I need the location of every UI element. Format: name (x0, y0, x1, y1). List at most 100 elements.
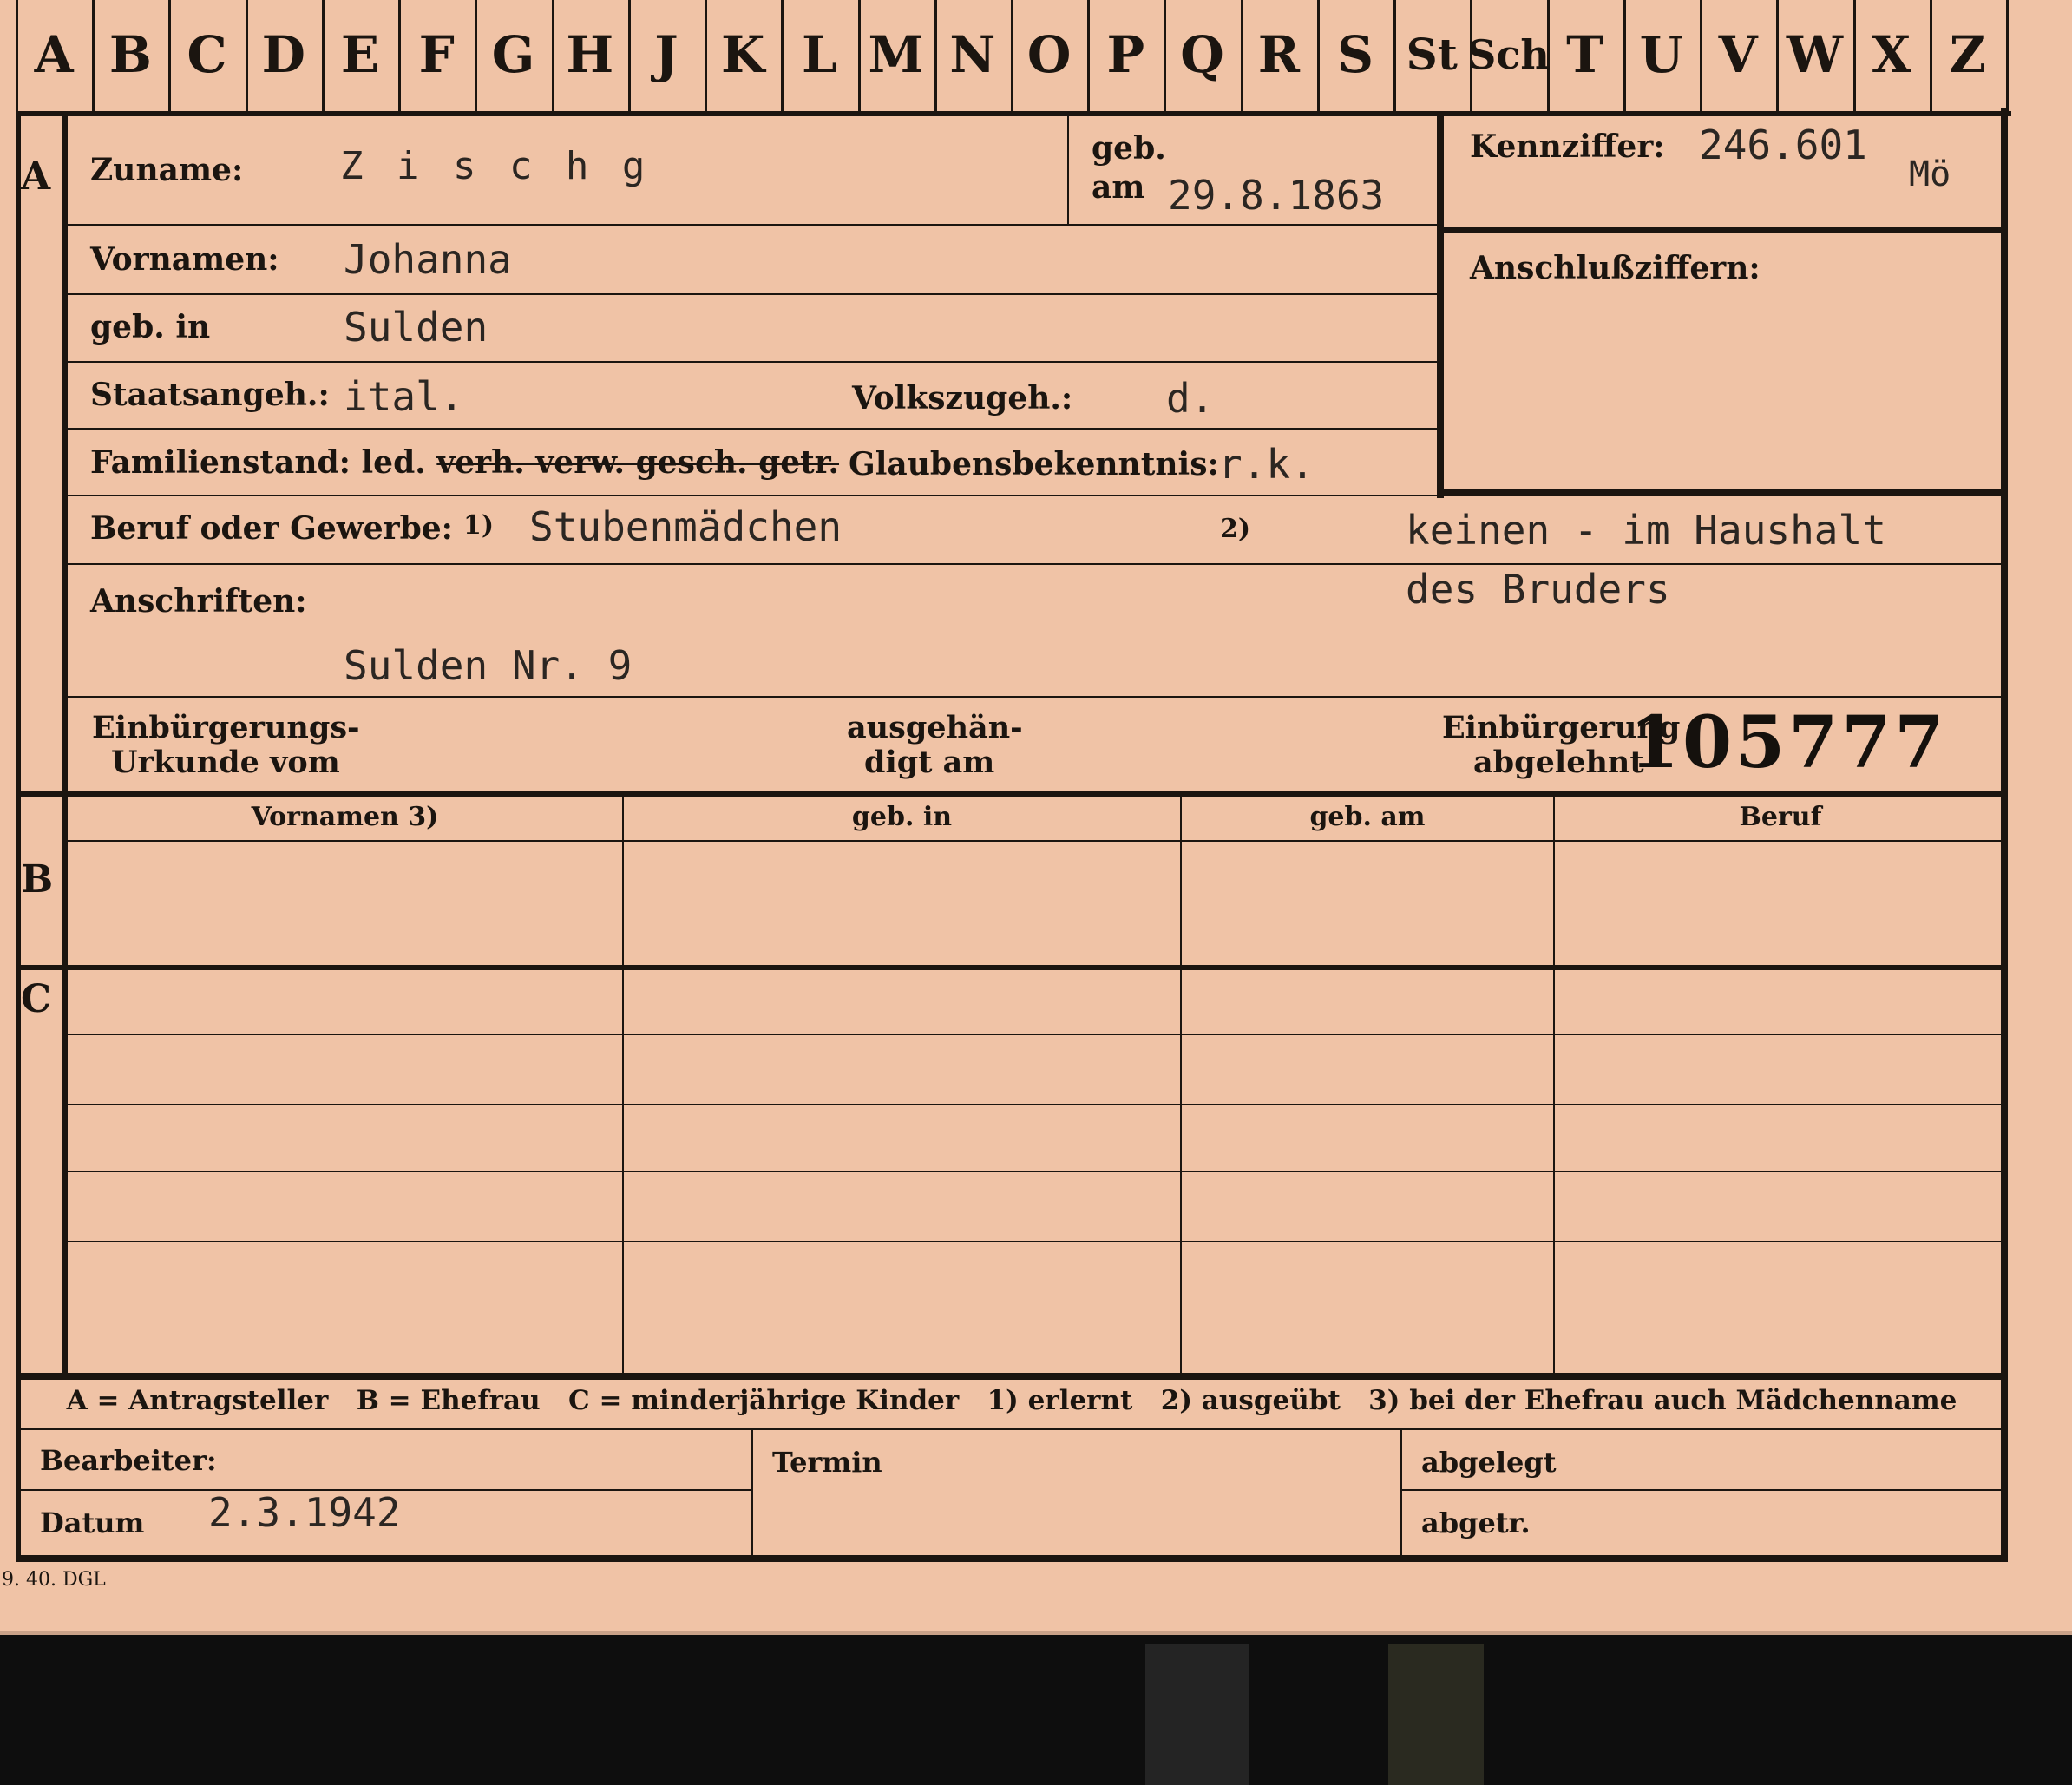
alphabet-tab: A (34, 24, 74, 84)
rule (68, 361, 1439, 363)
stamp-number: 105777 (1629, 701, 1948, 784)
tab-separator (1164, 0, 1167, 111)
alphabet-tab: Sch (1467, 30, 1550, 78)
alphabet-tab: W (1786, 24, 1843, 84)
tab-separator (321, 0, 325, 111)
legend-top (16, 1373, 2008, 1380)
label-anschlussziffern: Anschlußziffern: (1470, 250, 1761, 286)
row-rule (68, 1104, 2006, 1105)
alphabet-tab: Q (1180, 24, 1224, 84)
tab-separator (1700, 0, 1703, 111)
legend-bottom (16, 1428, 2008, 1430)
alphabet-tab: T (1566, 24, 1604, 84)
tab-separator (168, 0, 172, 111)
value-kennziffer-suffix: Mö (1909, 154, 1951, 194)
value-kennziffer: 246.601 (1699, 121, 1867, 168)
table-header-vornamen: Vornamen 3) (251, 802, 439, 832)
section-b-top (16, 791, 2008, 797)
label-kennziffer: Kennziffer: (1470, 128, 1665, 165)
label-geb-am-2: am (1092, 169, 1145, 206)
rule (1067, 116, 1069, 224)
frame-bottom-line (16, 1555, 2008, 1562)
tab-separator (92, 0, 95, 111)
kennziffer-box-divider (1444, 227, 2006, 233)
card-edge (0, 1631, 2072, 1635)
row-rule (68, 1034, 2006, 1035)
tab-separator (1393, 0, 1397, 111)
value-volkszugeh: d. (1166, 375, 1215, 422)
alphabet-tab: U (1639, 24, 1684, 84)
table-header-geb-in: geb. in (851, 802, 953, 832)
section-mark-c: C (21, 977, 52, 1021)
background-strip (1388, 1644, 1484, 1785)
tab-separator (16, 0, 18, 111)
frame-left-line (16, 111, 21, 1560)
rule (68, 428, 1439, 430)
table-header-beruf: Beruf (1739, 802, 1822, 832)
alphabet-tab: O (1026, 24, 1072, 84)
label-familienstand: Familienstand: led. verh. verw. gesch. g… (90, 444, 839, 481)
tab-separator (1776, 0, 1780, 111)
tab-separator (245, 0, 248, 111)
section-mark-b: B (21, 857, 54, 902)
label-geb-in: geb. in (90, 309, 211, 345)
label-ausgehaendigt-1: ausgehän- (847, 710, 1023, 745)
tab-separator (781, 0, 784, 111)
alphabet-tab: M (868, 24, 924, 84)
rule (68, 224, 1439, 226)
alphabet-tab: N (949, 24, 996, 84)
section-mark-a: A (21, 154, 51, 199)
tab-separator (1929, 0, 1932, 111)
col-rule (1400, 1430, 1402, 1555)
kennziffer-box-left (1437, 116, 1444, 498)
alphabet-tab: V (1718, 24, 1758, 84)
familienstand-label: Familienstand: led. (90, 444, 426, 481)
label-abgelegt: abgelegt (1421, 1446, 1557, 1479)
label-abgetr: abgetr. (1421, 1506, 1531, 1539)
tab-separator (398, 0, 402, 111)
value-datum: 2.3.1942 (208, 1489, 401, 1536)
value-beruf-erlernt: Stubenmädchen (529, 503, 843, 550)
label-ausgehaendigt-2: digt am (864, 745, 995, 780)
label-volkszugeh: Volkszugeh.: (852, 380, 1073, 417)
tab-separator (857, 0, 861, 111)
label-staatsangeh: Staatsangeh.: (90, 377, 330, 413)
alphabet-tab: St (1406, 29, 1458, 80)
tab-separator (2006, 0, 2009, 111)
beruf-note-2: 2) (1220, 514, 1251, 544)
label-zuname: Zuname: (90, 152, 244, 188)
alphabet-tab: X (1872, 24, 1911, 84)
label-termin: Termin (772, 1446, 882, 1479)
label-geb-am-1: geb. (1092, 130, 1166, 167)
label-beruf: Beruf oder Gewerbe: (90, 510, 453, 547)
tab-separator (705, 0, 708, 111)
tab-separator (1240, 0, 1243, 111)
frame-top-line (16, 111, 2011, 116)
beruf-note-1: 1) (463, 510, 495, 541)
value-anschrift: Sulden Nr. 9 (344, 642, 633, 689)
tab-separator (475, 0, 478, 111)
alphabet-tab: F (418, 24, 455, 84)
alphabet-tab: R (1257, 24, 1300, 84)
alphabet-tab: H (566, 24, 614, 84)
rule (62, 791, 68, 1375)
label-bearbeiter: Bearbeiter: (40, 1444, 217, 1477)
alphabet-tab: L (802, 24, 837, 84)
familienstand-struck-options: verh. verw. gesch. getr. (436, 444, 840, 481)
tab-separator (934, 0, 937, 111)
label-glaubensbekenntnis: Glaubensbekenntnis: (849, 446, 1219, 482)
alphabet-tab: P (1106, 24, 1145, 84)
label-einbuergerung-urkunde-2: Urkunde vom (111, 745, 340, 780)
value-beruf-ausgeuebt-1: keinen - im Haushalt (1406, 507, 1886, 554)
section-c-top (16, 965, 2008, 970)
alphabet-tab: S (1337, 24, 1374, 84)
tab-separator (1316, 0, 1320, 111)
tab-separator (627, 0, 631, 111)
col-rule (1553, 797, 1555, 1374)
label-anschriften: Anschriften: (90, 583, 307, 620)
alphabet-tab: G (491, 24, 535, 84)
tab-separator (1852, 0, 1856, 111)
col-rule (622, 797, 624, 1374)
label-einbuergerung-urkunde-1: Einbürgerungs- (92, 710, 360, 745)
value-glaubensbekenntnis: r.k. (1218, 441, 1315, 488)
